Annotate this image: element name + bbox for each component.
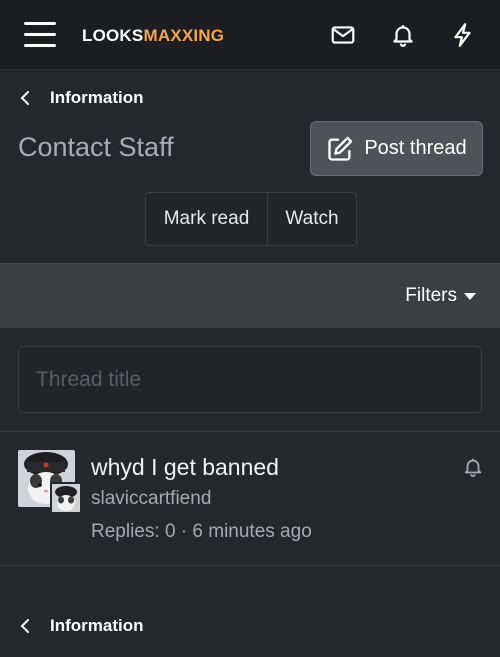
menu-icon[interactable]	[24, 22, 56, 48]
caret-down-icon	[464, 292, 476, 300]
bell-icon[interactable]	[390, 22, 416, 48]
watch-button[interactable]: Watch	[268, 193, 356, 245]
post-thread-button[interactable]: Post thread	[310, 121, 483, 176]
logo-text-looks: LOOKS	[82, 26, 144, 45]
breadcrumb-information-top[interactable]: Information	[18, 88, 144, 108]
site-logo[interactable]: LOOKSMAXXING	[82, 26, 224, 46]
replies-count: 0	[164, 521, 176, 542]
thread-meta: Replies: 0 · 6 minutes ago	[91, 521, 312, 543]
bolt-icon[interactable]	[450, 22, 476, 48]
divider	[0, 565, 500, 566]
replies-label: Replies:	[91, 521, 160, 542]
chevron-left-icon	[20, 91, 29, 105]
breadcrumb-label: Information	[50, 88, 144, 107]
filter-bar: Filters	[0, 263, 500, 328]
filters-label: Filters	[405, 285, 457, 306]
thread-time: 6 minutes ago	[192, 521, 312, 542]
chevron-left-icon	[20, 619, 29, 633]
thread-list-item[interactable]: whyd I get banned slaviccartfiend Replie…	[0, 432, 500, 565]
top-navigation-bar: LOOKSMAXXING	[0, 0, 500, 70]
edit-icon	[328, 136, 353, 161]
breadcrumb-information-bottom[interactable]: Information	[18, 616, 144, 636]
page-title: Contact Staff	[18, 132, 174, 162]
thread-title[interactable]: whyd I get banned	[91, 454, 279, 481]
mail-icon[interactable]	[330, 22, 356, 48]
breadcrumb-label: Information	[50, 616, 144, 635]
post-thread-label: Post thread	[364, 137, 467, 159]
thread-author[interactable]: slaviccartfiend	[91, 488, 211, 510]
avatar-small	[50, 482, 82, 514]
thread-title-input[interactable]	[18, 346, 482, 413]
filters-dropdown[interactable]: Filters	[405, 285, 476, 307]
mark-read-button[interactable]: Mark read	[146, 193, 268, 245]
meta-separator: ·	[180, 521, 188, 542]
thread-actions-group: Mark read Watch	[145, 192, 357, 246]
logo-text-maxxing: MAXXING	[143, 26, 225, 45]
bell-icon[interactable]	[462, 456, 484, 478]
